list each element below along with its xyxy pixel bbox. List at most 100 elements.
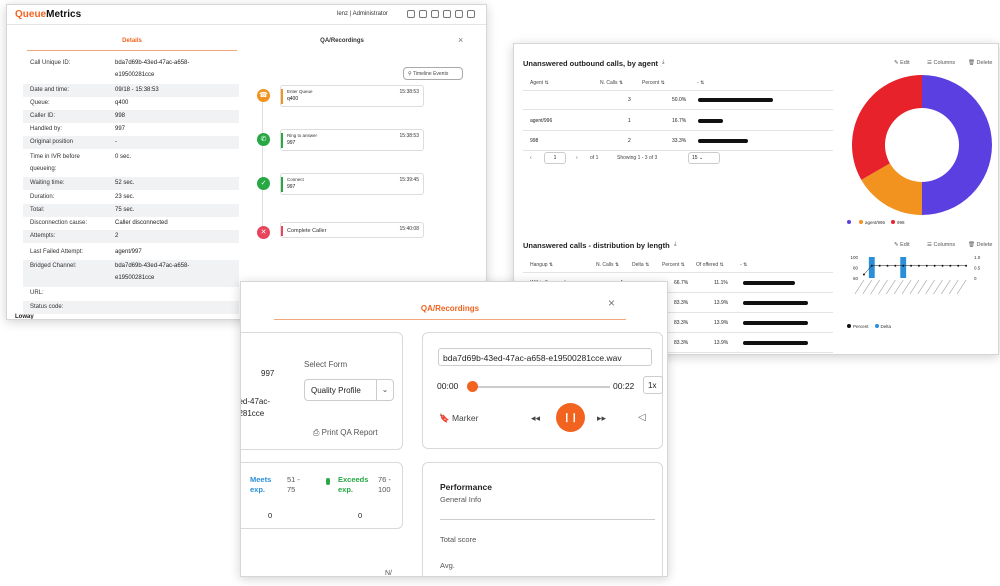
column-header[interactable]: N. Calls ⇅ (596, 262, 619, 268)
close-icon[interactable]: × (608, 296, 615, 310)
divider (523, 150, 833, 151)
time-current: 00:00 (437, 381, 459, 391)
percent-point[interactable] (917, 264, 920, 267)
cell-percent: 83.3% (674, 320, 689, 326)
download-icon[interactable]: ⤓ (662, 59, 664, 66)
column-header[interactable]: Percent ⇅ (642, 80, 665, 86)
timeline-event-card[interactable]: Complete Caller 15:40:08 (280, 222, 424, 238)
page-size-select[interactable]: 15 ⌄ (688, 152, 720, 164)
info-icon[interactable] (431, 10, 439, 18)
percent-point[interactable] (894, 264, 897, 267)
next-page-button[interactable]: › (576, 155, 578, 161)
document-icon[interactable] (443, 10, 451, 18)
column-header[interactable]: Hangup ⇅ (530, 262, 553, 268)
x-tick-label (925, 279, 935, 295)
pause-button[interactable]: ❙❙ (556, 403, 585, 432)
agent-value: 997 (261, 369, 275, 378)
percent-point[interactable] (870, 264, 873, 267)
event-color-bar (281, 177, 283, 192)
quality-profile-select[interactable]: Quality Profile ⌄ (304, 379, 394, 401)
legend-item[interactable] (847, 220, 853, 225)
sort-icon: ⇅ (548, 262, 554, 268)
seek-bar[interactable] (469, 386, 610, 388)
detail-value: 997 (115, 126, 126, 132)
donut-slice[interactable] (852, 75, 922, 180)
delete-button[interactable]: 🗑 Delete (968, 242, 992, 248)
column-header[interactable]: - ⇅ (740, 262, 747, 268)
cell-percent: 83.3% (674, 300, 689, 306)
percent-point[interactable] (957, 264, 960, 267)
percent-bar (698, 139, 748, 143)
legend-item[interactable]: Percent (847, 324, 869, 329)
percent-point[interactable] (933, 264, 936, 267)
percent-point[interactable] (902, 264, 905, 267)
cell-percent: 16.7% (672, 118, 687, 124)
percent-point[interactable] (941, 264, 944, 267)
detail-value: agent/997 (115, 249, 142, 255)
percent-bar (743, 321, 808, 325)
column-header[interactable]: N. Calls ⇅ (600, 80, 623, 86)
delta-bar[interactable] (900, 257, 907, 278)
timeline-line (262, 95, 263, 235)
percent-point[interactable] (949, 264, 952, 267)
folder-icon[interactable] (407, 10, 415, 18)
timeline-event-card[interactable]: Connect 997 15:39:45 (280, 173, 424, 195)
printer-icon: ⎙ (313, 428, 322, 437)
columns-button[interactable]: ☰ Columns (927, 60, 955, 66)
detail-label: Call Unique ID: (30, 60, 71, 66)
print-qa-report-button[interactable]: ⎙ Print QA Report (313, 428, 378, 438)
donut-slice[interactable] (922, 75, 992, 215)
volume-icon[interactable]: ◁ (638, 412, 646, 423)
seek-handle[interactable] (467, 381, 478, 392)
legend-item[interactable]: Delta (874, 324, 891, 329)
app-logo[interactable]: QueueMetrics (15, 9, 81, 20)
columns-button[interactable]: ☰ Columns (927, 242, 955, 248)
detail-value: 09/18 - 15:38:53 (115, 87, 159, 93)
timeline-events-button[interactable]: ⚲ Timeline Events (403, 67, 463, 80)
edit-button[interactable]: ✎ Edit (894, 60, 910, 66)
tab-qa-recordings[interactable]: QA/Recordings (242, 33, 442, 51)
speed-select[interactable]: 1x (643, 376, 663, 394)
percent-point[interactable] (925, 264, 928, 267)
detail-row: Caller ID: 998 (23, 110, 239, 123)
detail-row: Queue: q400 (23, 97, 239, 110)
na-label: N/ (385, 570, 392, 577)
event-detail: 997 (287, 140, 296, 146)
download-icon[interactable]: ⤓ (674, 241, 676, 248)
tab-details[interactable]: Details (27, 33, 237, 51)
logout-icon[interactable] (467, 10, 475, 18)
percent-point[interactable] (910, 264, 913, 267)
percent-point[interactable] (878, 264, 881, 267)
delta-bar[interactable] (868, 257, 875, 278)
percent-point[interactable] (965, 264, 968, 267)
column-header[interactable]: - ⇅ (697, 80, 704, 86)
column-header[interactable]: Percent ⇅ (662, 262, 685, 268)
marker-button[interactable]: 🔖 Marker (439, 413, 478, 424)
call-id-part2: 0281cce (241, 409, 265, 418)
legend-item[interactable]: 998 (891, 220, 905, 225)
column-header[interactable]: Delta ⇅ (632, 262, 649, 268)
delete-button[interactable]: 🗑 Delete (968, 60, 992, 66)
percent-point[interactable] (862, 273, 865, 276)
percent-point[interactable] (886, 264, 889, 267)
timeline-event-card[interactable]: Ring to answer 997 15:38:53 (280, 129, 424, 151)
rewind-icon[interactable]: ◂◂ (531, 413, 540, 424)
detail-label: Bridged Channel: (30, 263, 77, 269)
cell-offered: 13.9% (714, 300, 729, 306)
close-icon[interactable]: × (458, 35, 463, 45)
qa-title: QA/Recordings (274, 302, 626, 320)
column-header[interactable]: Of offered ⇅ (696, 262, 724, 268)
refresh-icon[interactable] (419, 10, 427, 18)
page-input[interactable]: 1 (544, 152, 566, 164)
fast-forward-icon[interactable]: ▸▸ (597, 413, 606, 424)
timeline-event-card[interactable]: Enter Queue q400 15:38:53 (280, 85, 424, 107)
detail-label: Waiting time: (30, 180, 65, 186)
general-info-label: General Info (440, 495, 482, 504)
avg-label: Avg. (440, 561, 455, 570)
edit-button[interactable]: ✎ Edit (894, 242, 910, 248)
prev-page-button[interactable]: ‹ (530, 155, 532, 161)
bookmark-icon: 🔖 (439, 413, 452, 423)
home-icon[interactable] (455, 10, 463, 18)
legend-item[interactable]: agent/996 (859, 220, 885, 225)
column-header[interactable]: Agent ⇅ (530, 80, 549, 86)
